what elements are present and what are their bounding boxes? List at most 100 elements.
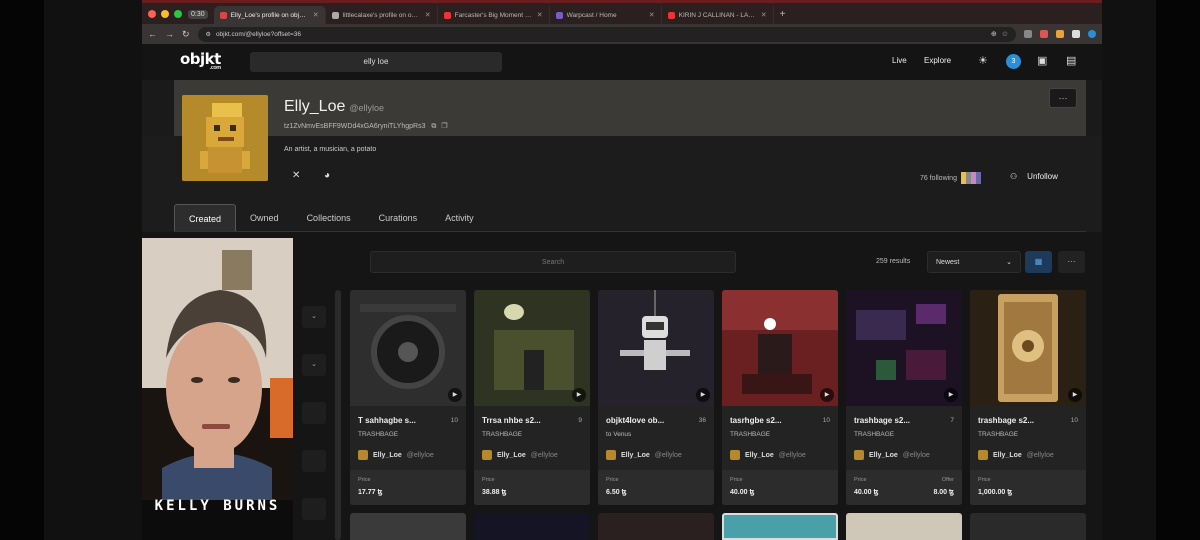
artist-link[interactable]: Elly_Loe @ellyloe: [482, 450, 558, 460]
site-search-input[interactable]: elly loe: [250, 52, 502, 72]
close-tab-icon[interactable]: ✕: [649, 11, 655, 19]
close-window-button[interactable]: [148, 10, 156, 18]
close-tab-icon[interactable]: ✕: [761, 11, 767, 19]
play-icon[interactable]: ▶: [448, 388, 462, 402]
token-thumbnail[interactable]: ▶: [474, 290, 590, 406]
theme-sun-icon[interactable]: ☀: [978, 54, 988, 67]
nav-explore-link[interactable]: Explore: [924, 56, 951, 65]
token-card-peek[interactable]: [350, 513, 466, 540]
extension-icon[interactable]: [1040, 30, 1048, 38]
tab-collections[interactable]: Collections: [293, 204, 365, 232]
token-card-peek[interactable]: [474, 513, 590, 540]
new-tab-button[interactable]: +: [774, 6, 792, 24]
zoom-icon[interactable]: ⊕: [991, 30, 997, 38]
bookmark-star-icon[interactable]: ☆: [1002, 30, 1008, 38]
token-card-peek[interactable]: [598, 513, 714, 540]
artist-link[interactable]: Elly_Loe @ellyloe: [730, 450, 806, 460]
artist-link[interactable]: Elly_Loe @ellyloe: [978, 450, 1054, 460]
price-label: Price: [482, 477, 495, 483]
token-card[interactable]: ▶ tasrhgbe s2... 10 TRASHBAGE Elly_Loe @e…: [722, 290, 838, 505]
artist-link[interactable]: Elly_Loe @ellyloe: [854, 450, 930, 460]
token-card-peek[interactable]: [722, 513, 838, 540]
browser-tab-4[interactable]: Warpcast / Home ✕: [550, 6, 662, 24]
objkt-logo[interactable]: objkt .com: [180, 50, 221, 71]
close-tab-icon[interactable]: ✕: [313, 11, 319, 19]
tab-activity[interactable]: Activity: [431, 204, 488, 232]
browser-tab-3[interactable]: Farcaster's Big Moment with ✕: [438, 6, 550, 24]
play-icon[interactable]: ▶: [944, 388, 958, 402]
filter-input[interactable]: [302, 402, 326, 424]
token-card[interactable]: ▶ T sahhagbe s... 10 TRASHBAGE Elly_Loe @…: [350, 290, 466, 505]
grid-view-button[interactable]: ▦: [1025, 251, 1052, 273]
play-icon[interactable]: ▶: [820, 388, 834, 402]
price-box[interactable]: Price 40.00 ꜩ Offer 8.00 ꜩ: [846, 470, 962, 505]
token-thumbnail[interactable]: ▶: [970, 290, 1086, 406]
nav-live-link[interactable]: Live: [892, 56, 907, 65]
forward-icon[interactable]: →: [165, 29, 174, 39]
collection-name[interactable]: to Venus: [606, 431, 631, 438]
website-globe-icon[interactable]: ◕: [324, 170, 330, 181]
browser-tab-1[interactable]: Elly_Loe's profile on objkt.c ✕: [213, 6, 326, 24]
token-card[interactable]: ▶ objkt4love ob... 36 to Venus Elly_Loe @…: [598, 290, 714, 505]
extensions-puzzle-icon[interactable]: [1072, 30, 1080, 38]
grid-search-input[interactable]: Search: [370, 251, 736, 273]
x-twitter-icon[interactable]: ✕: [292, 170, 300, 181]
address-bar[interactable]: ⚙ objkt.com/@ellyloe?offset=36 ⊕ ☆: [197, 26, 1016, 42]
close-tab-icon[interactable]: ✕: [537, 11, 543, 19]
token-title: objkt4love ob...: [606, 416, 665, 425]
tab-owned[interactable]: Owned: [236, 204, 293, 232]
play-icon[interactable]: ▶: [572, 388, 586, 402]
collection-name[interactable]: TRASHBAGE: [854, 431, 894, 438]
notifications-badge[interactable]: 3: [1006, 54, 1021, 69]
following-count[interactable]: 76 following: [920, 172, 981, 184]
token-thumbnail[interactable]: ▶: [598, 290, 714, 406]
back-icon[interactable]: ←: [148, 29, 157, 39]
tab-created[interactable]: Created: [174, 204, 237, 232]
wallet-icon[interactable]: ▣: [1037, 54, 1047, 67]
copy-icon[interactable]: ❐: [441, 123, 447, 130]
collection-name[interactable]: TRASHBAGE: [358, 431, 398, 438]
collection-name[interactable]: TRASHBAGE: [482, 431, 522, 438]
filter-dropdown[interactable]: ⌄: [302, 306, 326, 328]
price-box[interactable]: Price 17.77 ꜩ: [350, 470, 466, 505]
extension-icon[interactable]: [1024, 30, 1032, 38]
profile-avatar-icon[interactable]: [1088, 30, 1096, 38]
filter-dropdown[interactable]: ⌄: [302, 354, 326, 376]
browser-tab-5[interactable]: KIRIN J CALLINAN - LANDS! ✕: [662, 6, 774, 24]
token-thumbnail[interactable]: ▶: [846, 290, 962, 406]
reload-icon[interactable]: ↻: [182, 29, 190, 40]
grid-more-button[interactable]: ···: [1058, 251, 1085, 273]
filter-input[interactable]: [302, 450, 326, 472]
token-card[interactable]: ▶ Trrsa nhbe s2... 9 TRASHBAGE Elly_Loe @…: [474, 290, 590, 505]
unfollow-button[interactable]: ⚇ Unfollow: [1010, 166, 1058, 186]
sort-select[interactable]: Newest ⌄: [927, 251, 1021, 273]
tab-curations[interactable]: Curations: [365, 204, 432, 232]
token-card-peek[interactable]: [846, 513, 962, 540]
price-box[interactable]: Price 38.88 ꜩ: [474, 470, 590, 505]
play-icon[interactable]: ▶: [1068, 388, 1082, 402]
token-card[interactable]: ▶ trashbage s2... 7 TRASHBAGE Elly_Loe @e…: [846, 290, 962, 505]
play-icon[interactable]: ▶: [696, 388, 710, 402]
minimize-window-button[interactable]: [161, 10, 169, 18]
artist-link[interactable]: Elly_Loe @ellyloe: [606, 450, 682, 460]
external-link-icon[interactable]: ⧉: [431, 123, 436, 130]
price-box[interactable]: Price 6.50 ꜩ: [598, 470, 714, 505]
maximize-window-button[interactable]: [174, 10, 182, 18]
token-thumbnail[interactable]: ▶: [722, 290, 838, 406]
extension-icon[interactable]: [1056, 30, 1064, 38]
account-icon[interactable]: ▤: [1066, 54, 1076, 67]
filter-input[interactable]: [302, 498, 326, 520]
price-box[interactable]: Price 1,000.00 ꜩ: [970, 470, 1086, 505]
collection-name[interactable]: TRASHBAGE: [978, 431, 1018, 438]
price-box[interactable]: Price 40.00 ꜩ: [722, 470, 838, 505]
browser-tab-2[interactable]: littlecalaxe's profile on objkt ✕: [326, 6, 438, 24]
token-card-peek[interactable]: [970, 513, 1086, 540]
site-info-icon[interactable]: ⚙: [206, 31, 211, 38]
artist-link[interactable]: Elly_Loe @ellyloe: [358, 450, 434, 460]
token-thumbnail[interactable]: ▶: [350, 290, 466, 406]
close-tab-icon[interactable]: ✕: [425, 11, 431, 19]
grid-scrollbar[interactable]: [335, 290, 341, 540]
collection-name[interactable]: TRASHBAGE: [730, 431, 770, 438]
token-card[interactable]: ▶ trashbage s2... 10 TRASHBAGE Elly_Loe @…: [970, 290, 1086, 505]
profile-more-button[interactable]: ···: [1049, 88, 1077, 108]
